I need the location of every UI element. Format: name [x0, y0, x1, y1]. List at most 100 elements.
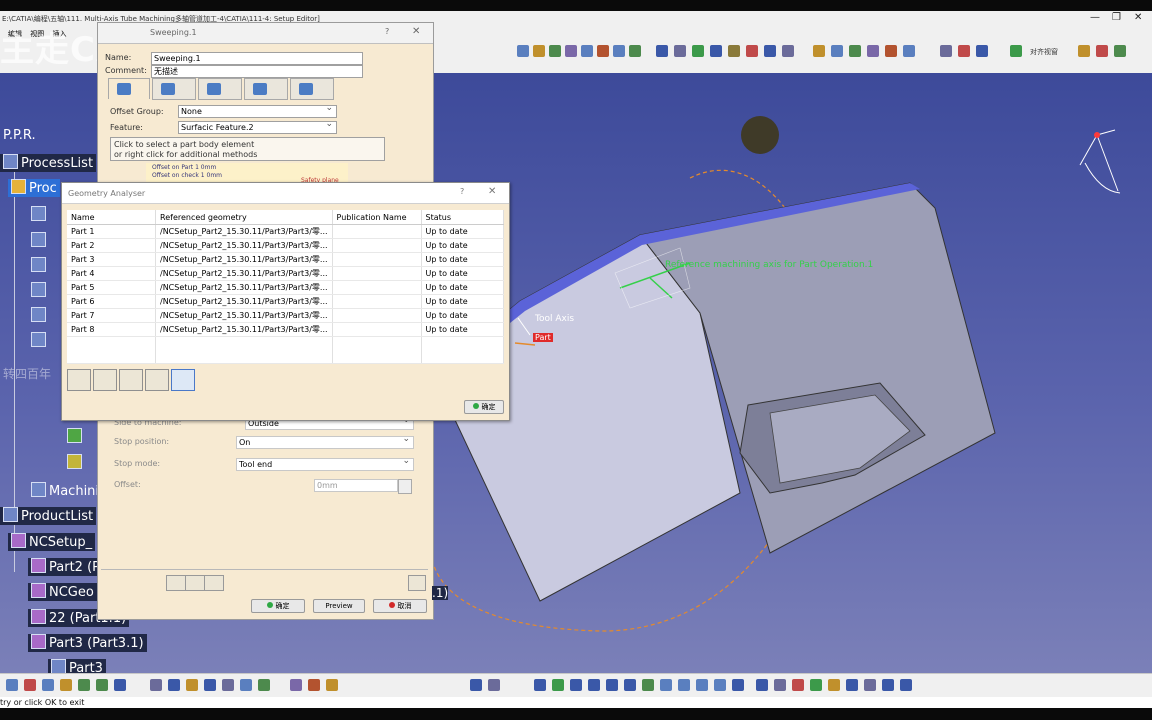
- minimize-icon[interactable]: —: [1090, 12, 1100, 23]
- toolbar-icon[interactable]: [1096, 45, 1108, 57]
- undo-icon[interactable]: [78, 679, 90, 691]
- whats-this-icon[interactable]: [114, 679, 126, 691]
- toolbar-icon[interactable]: [533, 45, 545, 57]
- toolbar-icon[interactable]: [756, 679, 768, 691]
- toolbar-icon[interactable]: [958, 45, 970, 57]
- tree-node-item[interactable]: [64, 454, 88, 472]
- help-icon[interactable]: ?: [385, 27, 389, 36]
- toolbar-icon[interactable]: [656, 45, 668, 57]
- toolbar-icon[interactable]: [674, 45, 686, 57]
- offset-field[interactable]: 0mm: [314, 479, 398, 492]
- toolbar-icon[interactable]: [581, 45, 593, 57]
- toolbar-icon[interactable]: [710, 45, 722, 57]
- toolbar-icon[interactable]: [597, 45, 609, 57]
- tree-node-process-list[interactable]: ProcessList: [0, 154, 97, 172]
- zoom-out-icon[interactable]: [624, 679, 636, 691]
- table-row[interactable]: Part 5/NCSetup_Part2_15.30.11/Part3/Part…: [67, 280, 505, 295]
- rotate-icon[interactable]: [588, 679, 600, 691]
- stop-position-select[interactable]: On: [236, 436, 414, 449]
- toolbar-icon[interactable]: [565, 45, 577, 57]
- replace-geometry-icon[interactable]: [119, 369, 143, 391]
- toolbar-icon[interactable]: [846, 679, 858, 691]
- toolbar-icon[interactable]: [976, 45, 988, 57]
- offset-group-select[interactable]: None: [178, 105, 337, 118]
- more-options-icon[interactable]: [408, 575, 426, 591]
- tab-tool[interactable]: [198, 78, 242, 100]
- table-row[interactable]: Part 1/NCSetup_Part2_15.30.11/Part3/Part…: [67, 224, 505, 239]
- fit-all-icon[interactable]: [171, 369, 195, 391]
- toolbar-icon[interactable]: [290, 679, 302, 691]
- toolbar-icon[interactable]: [831, 45, 843, 57]
- geometry-ok-button[interactable]: 确定: [464, 400, 504, 414]
- column-header-publication-name[interactable]: Publication Name: [332, 210, 422, 225]
- toolbar-icon[interactable]: [517, 45, 529, 57]
- toolbar-icon[interactable]: [326, 679, 338, 691]
- toolbar-icon[interactable]: [900, 679, 912, 691]
- toolbar-icon[interactable]: [613, 45, 625, 57]
- hide-show-icon[interactable]: [732, 679, 744, 691]
- tree-node-process[interactable]: Proc: [8, 179, 60, 197]
- column-header-status[interactable]: Status: [421, 210, 505, 225]
- toolbar-icon[interactable]: [629, 45, 641, 57]
- toolbar-icon[interactable]: [692, 45, 704, 57]
- toolbar-icon[interactable]: [828, 679, 840, 691]
- column-header-name[interactable]: Name: [67, 210, 156, 225]
- tree-node-product-list[interactable]: ProductList: [0, 507, 97, 525]
- table-row[interactable]: Part 6/NCSetup_Part2_15.30.11/Part3/Part…: [67, 294, 505, 309]
- tree-node-item[interactable]: [28, 257, 52, 275]
- toolbar-icon[interactable]: [764, 45, 776, 57]
- toolbar-icon[interactable]: [885, 45, 897, 57]
- feature-select[interactable]: Surfacic Feature.2: [178, 121, 337, 134]
- tree-node-item[interactable]: [28, 232, 52, 250]
- tree-node-ppr[interactable]: P.P.R.: [0, 128, 39, 144]
- view-icon[interactable]: [714, 679, 726, 691]
- toolbar-icon[interactable]: [258, 679, 270, 691]
- toolbar-icon[interactable]: [222, 679, 234, 691]
- toolbar-icon[interactable]: [1078, 45, 1090, 57]
- offset-spinner[interactable]: [398, 479, 412, 494]
- tree-node-item[interactable]: [28, 307, 52, 325]
- tree-node-ncsetup[interactable]: NCSetup_: [8, 533, 96, 551]
- analyse-part-icon[interactable]: [67, 369, 91, 391]
- toolbar-icon[interactable]: [6, 679, 18, 691]
- toolbar-icon[interactable]: [1114, 45, 1126, 57]
- toolbar-icon[interactable]: [782, 45, 794, 57]
- toolbar-icon[interactable]: [168, 679, 180, 691]
- tree-node-part3[interactable]: Part3 (Part3.1): [28, 634, 147, 652]
- toolbar-icon[interactable]: [849, 45, 861, 57]
- sensitive-preview-image[interactable]: Offset on Part 1 0mm Offset on check 1 0…: [146, 163, 348, 184]
- restore-icon[interactable]: ❐: [1112, 12, 1121, 23]
- toolbar-icon[interactable]: [813, 45, 825, 57]
- align-view-label[interactable]: 对齐视窗: [1030, 47, 1058, 57]
- toolbar-icon[interactable]: [746, 45, 758, 57]
- toolbar-icon[interactable]: [792, 679, 804, 691]
- view-icon[interactable]: [678, 679, 690, 691]
- toolbar-icon[interactable]: [308, 679, 320, 691]
- toolbar-icon[interactable]: [810, 679, 822, 691]
- toolbar-icon[interactable]: [864, 679, 876, 691]
- toolbar-icon[interactable]: [240, 679, 252, 691]
- toolbar-icon[interactable]: [774, 679, 786, 691]
- tree-node-part2[interactable]: Part2 (P: [28, 558, 103, 576]
- show-geometry-icon[interactable]: [93, 369, 117, 391]
- zoom-in-icon[interactable]: [606, 679, 618, 691]
- close-icon[interactable]: ✕: [488, 186, 496, 197]
- stop-mode-select[interactable]: Tool end: [236, 458, 414, 471]
- tab-macros[interactable]: [290, 78, 334, 100]
- table-row[interactable]: Part 7/NCSetup_Part2_15.30.11/Part3/Part…: [67, 308, 505, 323]
- formula-icon[interactable]: [150, 679, 162, 691]
- toolbar-icon[interactable]: [488, 679, 500, 691]
- pan-icon[interactable]: [570, 679, 582, 691]
- table-row[interactable]: Part 8/NCSetup_Part2_15.30.11/Part3/Part…: [67, 322, 505, 337]
- tab-feeds[interactable]: [244, 78, 288, 100]
- toolbar-icon[interactable]: [903, 45, 915, 57]
- link-icon[interactable]: [145, 369, 169, 391]
- column-header-referenced-geometry[interactable]: Referenced geometry: [155, 210, 333, 225]
- normal-view-icon[interactable]: [642, 679, 654, 691]
- fit-all-icon[interactable]: [552, 679, 564, 691]
- toolbar-icon[interactable]: [1010, 45, 1022, 57]
- tree-node-ncgeo[interactable]: NCGeo: [28, 583, 97, 601]
- toolbar-icon[interactable]: [940, 45, 952, 57]
- toolbar-icon[interactable]: [186, 679, 198, 691]
- help-icon[interactable]: ?: [460, 187, 464, 196]
